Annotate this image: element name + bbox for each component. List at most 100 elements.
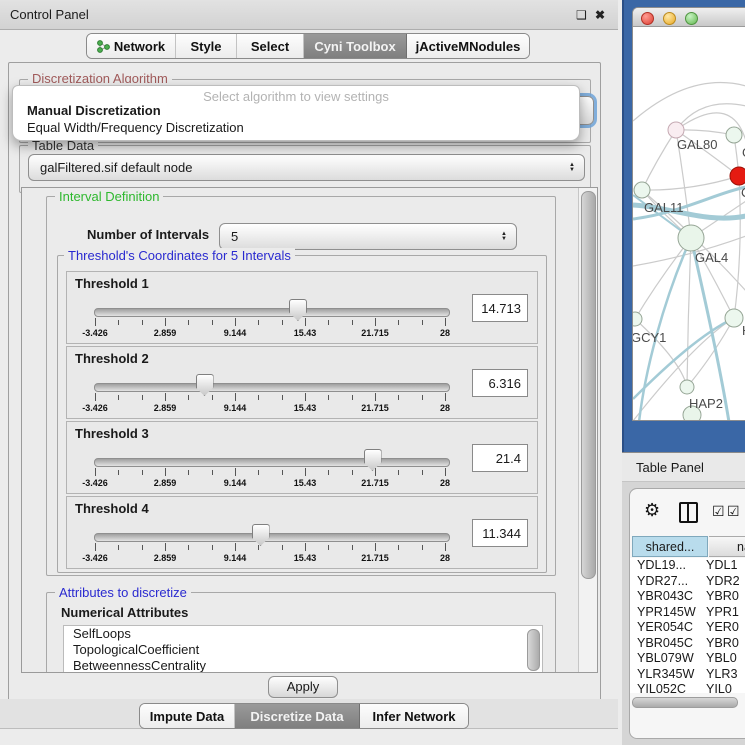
tab-network[interactable]: Network	[87, 34, 176, 58]
table-row[interactable]: YDL19...YDL1	[630, 558, 745, 574]
algorithm-option-equal-width[interactable]: Equal Width/Frequency Discretization	[16, 120, 244, 135]
float-window-icon[interactable]: ❑	[576, 8, 587, 22]
algorithm-option-manual[interactable]: Manual Discretization	[16, 103, 161, 118]
slider-tick-label: 28	[420, 403, 470, 413]
attributes-group-title: Attributes to discretize	[55, 585, 191, 600]
slider-tick	[375, 543, 376, 551]
cell-shared-name[interactable]: YBR043C	[630, 589, 706, 605]
cell-shared-name[interactable]: YBL079W	[630, 651, 706, 667]
threshold-3-value-field[interactable]: 21.4	[472, 444, 528, 472]
node-gal11[interactable]	[634, 182, 650, 198]
slider-tick	[142, 545, 143, 550]
attribute-list-item[interactable]: TopologicalCoefficient	[64, 642, 542, 658]
slider-tick	[398, 395, 399, 400]
apply-button[interactable]: Apply	[268, 676, 338, 698]
threshold-3-slider-thumb[interactable]	[364, 449, 382, 471]
table-row[interactable]: YBR043CYBR0	[630, 589, 745, 605]
close-window-icon[interactable]: ✖	[595, 8, 605, 22]
cell-shared-name[interactable]: YDL19...	[630, 558, 706, 574]
table-row[interactable]: YPR145WYPR1	[630, 605, 745, 621]
cell-shared-name[interactable]: YBR045C	[630, 636, 706, 652]
gear-icon[interactable]: ⚙	[644, 500, 660, 521]
tab-cyni-toolbox[interactable]: Cyni Toolbox	[304, 34, 407, 58]
table-horizontal-scrollbar[interactable]	[632, 697, 743, 707]
threshold-3-slider-track[interactable]	[94, 458, 450, 467]
table-data-combobox[interactable]: galFiltered.sif default node ▲▼	[28, 154, 585, 181]
node-gal80[interactable]	[668, 122, 684, 138]
node-label-gal4: GAL4	[695, 250, 728, 265]
threshold-2-slider-thumb[interactable]	[196, 374, 214, 396]
cell-shared-name[interactable]: YPR145W	[630, 605, 706, 621]
table-row[interactable]: YIL052CYIL0	[630, 682, 745, 693]
table-row[interactable]: YER054CYER0	[630, 620, 745, 636]
slider-tick	[445, 318, 446, 326]
tab-impute-data[interactable]: Impute Data	[140, 704, 235, 728]
slider-tick	[142, 470, 143, 475]
table-hscrollbar-thumb[interactable]	[632, 697, 738, 708]
network-window-titlebar[interactable]	[633, 8, 745, 27]
settings-vertical-scrollbar[interactable]	[578, 188, 597, 672]
table-row[interactable]: YBR045CYBR0	[630, 636, 745, 652]
tab-style[interactable]: Style	[176, 34, 237, 58]
column-header-shared[interactable]: shared...	[632, 536, 708, 557]
slider-tick	[188, 395, 189, 400]
cell-shared-name[interactable]: YLR345W	[630, 667, 706, 683]
threshold-4-value-field[interactable]: 11.344	[472, 519, 528, 547]
cell-name[interactable]: YDL1	[706, 558, 738, 574]
threshold-4-label: Threshold 4	[75, 501, 149, 516]
cell-name[interactable]: YER0	[706, 620, 739, 636]
threshold-4-slider-thumb[interactable]	[252, 524, 270, 546]
cell-name[interactable]: YBR0	[706, 589, 739, 605]
tab-infer-network[interactable]: Infer Network	[360, 704, 468, 728]
slider-tick	[328, 470, 329, 475]
node-g[interactable]	[726, 127, 742, 143]
cell-shared-name[interactable]: YDR27...	[630, 574, 706, 590]
tab-select[interactable]: Select	[237, 34, 304, 58]
number-of-intervals-combobox[interactable]: 5 ▲▼	[219, 223, 517, 250]
settings-scrollbar-thumb[interactable]	[581, 191, 596, 579]
close-traffic-light[interactable]	[641, 12, 654, 25]
table-row[interactable]: YDR27...YDR2	[630, 574, 745, 590]
checkbox-icon[interactable]: ☑	[727, 503, 740, 520]
tab-discretize-data[interactable]: Discretize Data	[235, 704, 360, 728]
cell-name[interactable]: YBR0	[706, 636, 739, 652]
attribute-list-item[interactable]: BetweennessCentrality	[64, 658, 542, 673]
slider-tick	[258, 470, 259, 475]
slider-tick	[165, 318, 166, 326]
slider-tick	[352, 470, 353, 475]
slider-tick	[95, 543, 96, 551]
threshold-2-value-field[interactable]: 6.316	[472, 369, 528, 397]
threshold-1-value-field[interactable]: 14.713	[472, 294, 528, 322]
threshold-1-slider-track[interactable]	[94, 308, 450, 317]
list-scrollbar-thumb[interactable]	[527, 629, 540, 671]
numerical-attributes-list[interactable]: SelfLoopsTopologicalCoefficientBetweenne…	[63, 625, 543, 673]
node-gal4[interactable]	[678, 225, 704, 251]
slider-tick	[305, 393, 306, 401]
cell-name[interactable]: YDR2	[706, 574, 740, 590]
cell-shared-name[interactable]: YIL052C	[630, 682, 706, 693]
cell-name[interactable]: YBL0	[706, 651, 737, 667]
table-row[interactable]: YBL079WYBL0	[630, 651, 745, 667]
number-of-intervals-label: Number of Intervals	[87, 227, 209, 242]
checkbox-icon[interactable]: ☑	[712, 503, 725, 520]
cell-name[interactable]: YPR1	[706, 605, 739, 621]
tab-jactivemnodules[interactable]: jActiveMNodules	[407, 34, 529, 58]
node-h[interactable]	[725, 309, 743, 327]
zoom-traffic-light[interactable]	[685, 12, 698, 25]
table-data-group: Table Data galFiltered.sif default node …	[19, 145, 591, 193]
minimize-traffic-light[interactable]	[663, 12, 676, 25]
threshold-2-slider-track[interactable]	[94, 383, 450, 392]
node-red-selected[interactable]	[730, 167, 745, 185]
attribute-list-item[interactable]: SelfLoops	[64, 626, 542, 642]
cell-name[interactable]: YIL0	[706, 682, 732, 693]
control-panel-titlebar: Control Panel ❑ ✖	[0, 0, 618, 30]
node-gcy1[interactable]	[633, 312, 642, 326]
node-hap2[interactable]	[680, 380, 694, 394]
cell-name[interactable]: YLR3	[706, 667, 738, 683]
table-row[interactable]: YLR345WYLR3	[630, 667, 745, 683]
cell-shared-name[interactable]: YER054C	[630, 620, 706, 636]
thresholds-group: Threshold's Coordinates for 5 Intervals …	[57, 255, 547, 573]
column-header-name[interactable]: na	[709, 536, 745, 557]
split-columns-icon[interactable]	[679, 502, 698, 523]
threshold-4-slider-track[interactable]	[94, 533, 450, 542]
